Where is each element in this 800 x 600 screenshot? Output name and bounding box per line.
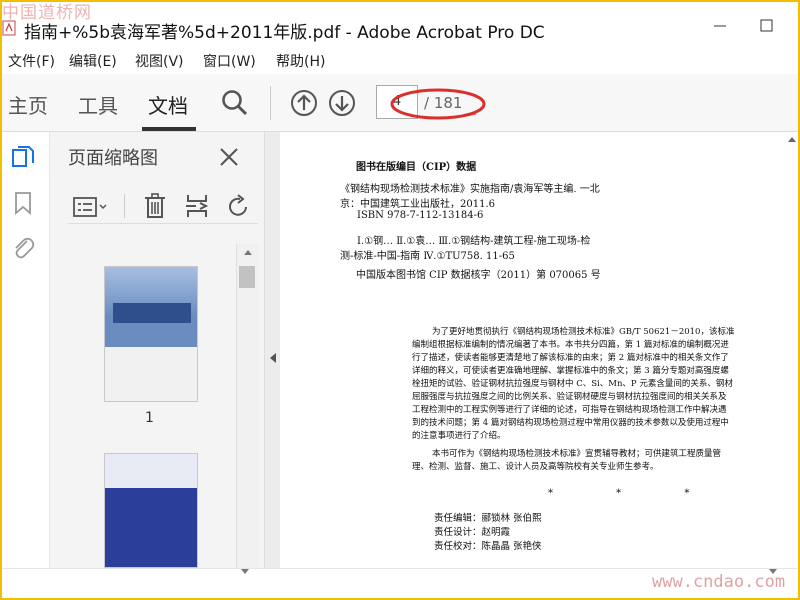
screenshot-frame bbox=[0, 0, 800, 600]
